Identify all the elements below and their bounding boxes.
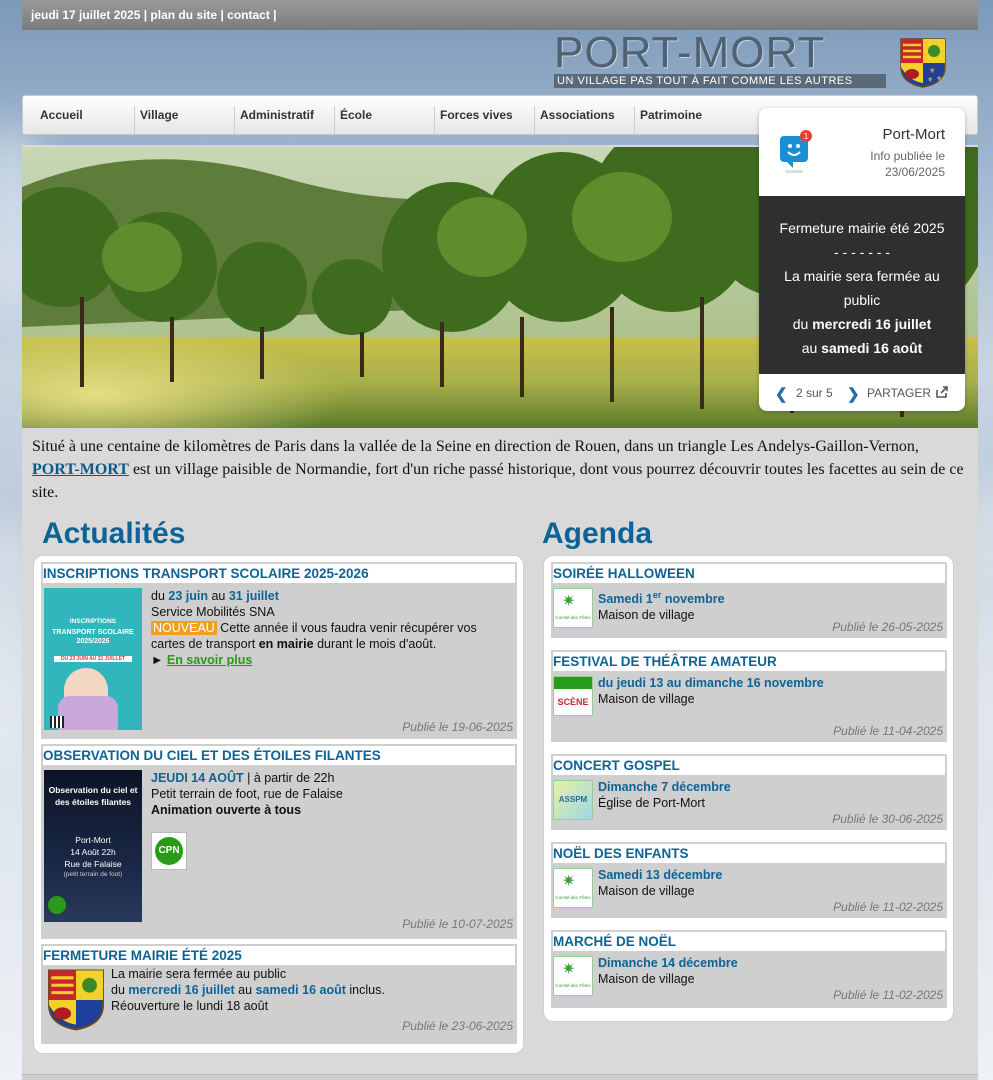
transport-poster-image[interactable]: INSCRIPTIONS TRANSPORT SCOLAIRE 2025/202… <box>44 588 142 730</box>
sitemap-link[interactable]: plan du site <box>150 8 217 22</box>
info-widget: 1 Port-Mort Info publiée le 23/06/2025 F… <box>759 108 965 411</box>
widget-published-date: Info publiée le 23/06/2025 <box>870 149 945 179</box>
news-title[interactable]: OBSERVATION DU CIEL ET DES ÉTOILES FILAN… <box>43 746 515 765</box>
nav-accueil[interactable]: Accueil <box>35 106 135 134</box>
published-date: Publié le 30-06-2025 <box>832 812 943 826</box>
news-title[interactable]: INSCRIPTIONS TRANSPORT SCOLAIRE 2025-202… <box>43 564 515 583</box>
nav-village[interactable]: Village <box>134 106 234 134</box>
news-card-observation[interactable]: OBSERVATION DU CIEL ET DES ÉTOILES FILAN… <box>41 744 517 939</box>
chevron-left-icon[interactable]: ❮ <box>775 385 788 403</box>
comite-des-fetes-logo: ✷ Comité des Fêtes <box>553 956 593 996</box>
scene-logo: SCÈNE <box>553 676 593 716</box>
svg-text:⚜: ⚜ <box>929 67 935 75</box>
widget-message: Fermeture mairie été 2025 - - - - - - - … <box>759 196 965 374</box>
agenda-title[interactable]: FESTIVAL DE THÉÂTRE AMATEUR <box>553 652 945 671</box>
logo-title: PORT-MORT <box>554 28 826 77</box>
nav-ecole[interactable]: École <box>334 106 434 134</box>
agenda-title[interactable]: NOËL DES ENFANTS <box>553 844 945 863</box>
published-date: Publié le 10-07-2025 <box>402 917 513 931</box>
news-body: du 23 juin au 31 juillet Service Mobilit… <box>151 589 477 667</box>
site-logo[interactable]: PORT-MORT UN VILLAGE PAS TOUT À FAIT COM… <box>554 30 888 88</box>
logo-subtitle: UN VILLAGE PAS TOUT À FAIT COMME LES AUT… <box>554 74 886 88</box>
current-date: jeudi 17 juillet 2025 <box>31 8 141 22</box>
qr-code-icon <box>50 716 64 728</box>
widget-footer: ❮ 2 sur 5 ❯ PARTAGER <box>759 374 965 411</box>
nav-associations[interactable]: Associations <box>534 106 634 134</box>
published-date: Publié le 11-02-2025 <box>833 900 943 914</box>
intro-text: Situé à une centaine de kilomètres de Pa… <box>32 438 964 501</box>
news-card-transport[interactable]: INSCRIPTIONS TRANSPORT SCOLAIRE 2025-202… <box>41 562 517 739</box>
news-body: JEUDI 14 AOÛT | à partir de 22h Petit te… <box>151 771 343 817</box>
published-date: Publié le 19-06-2025 <box>402 720 513 734</box>
top-bar: jeudi 17 juillet 2025 | plan du site | c… <box>22 0 978 30</box>
agenda-card[interactable]: CONCERT GOSPEL ASSPM Dimanche 7 décembre… <box>551 754 947 830</box>
new-badge: NOUVEAU <box>151 621 217 635</box>
contact-link[interactable]: contact <box>227 8 270 22</box>
published-date: Publié le 26-05-2025 <box>832 620 943 634</box>
svg-text:⚜: ⚜ <box>936 75 942 83</box>
published-date: Publié le 11-04-2025 <box>833 724 943 738</box>
widget-header: 1 Port-Mort Info publiée le 23/06/2025 <box>759 108 965 196</box>
news-heading: Actualités <box>42 517 186 550</box>
share-icon[interactable] <box>935 385 949 399</box>
smiley-chat-icon: 1 <box>780 130 812 173</box>
widget-name: Port-Mort <box>882 126 945 143</box>
share-button[interactable]: PARTAGER <box>867 386 931 400</box>
published-date: Publié le 23-06-2025 <box>402 1019 513 1033</box>
news-panel: INSCRIPTIONS TRANSPORT SCOLAIRE 2025-202… <box>34 556 523 1053</box>
agenda-card[interactable]: SOIRÉE HALLOWEEN ✷ Comité des Fêtes Same… <box>551 562 947 638</box>
widget-counter: 2 sur 5 <box>796 386 833 400</box>
asspm-logo: ASSPM <box>553 780 593 820</box>
news-body: La mairie sera fermée au public du mercr… <box>111 967 385 1013</box>
cpn-logo: CPN <box>151 832 187 870</box>
nav-administratif[interactable]: Administratif <box>234 106 334 134</box>
nav-forces-vives[interactable]: Forces vives <box>434 106 534 134</box>
coat-of-arms-icon <box>48 969 104 1031</box>
svg-text:⚜: ⚜ <box>927 76 933 84</box>
agenda-card[interactable]: NOËL DES ENFANTS ✷ Comité des Fêtes Same… <box>551 842 947 918</box>
agenda-title[interactable]: CONCERT GOSPEL <box>553 756 945 775</box>
agenda-card[interactable]: FESTIVAL DE THÉÂTRE AMATEUR SCÈNE du jeu… <box>551 650 947 742</box>
chevron-right-icon[interactable]: ❯ <box>847 385 860 403</box>
comite-des-fetes-logo: ✷ Comité des Fêtes <box>553 868 593 908</box>
sky-poster-image[interactable]: Observation du ciel et des étoiles filan… <box>44 770 142 922</box>
port-mort-link[interactable]: PORT-MORT <box>32 461 129 478</box>
agenda-title[interactable]: SOIRÉE HALLOWEEN <box>553 564 945 583</box>
news-title[interactable]: FERMETURE MAIRIE ÉTÉ 2025 <box>43 946 515 965</box>
nav-patrimoine[interactable]: Patrimoine <box>634 106 734 134</box>
comite-des-fetes-logo: ✷ Comité des Fêtes <box>553 588 593 628</box>
agenda-heading: Agenda <box>542 517 653 550</box>
read-more-link[interactable]: En savoir plus <box>167 653 252 667</box>
news-card-mairie[interactable]: FERMETURE MAIRIE ÉTÉ 2025 La mairie sera… <box>41 944 517 1044</box>
footer-bar <box>22 1074 978 1080</box>
svg-text:1: 1 <box>803 132 808 141</box>
published-date: Publié le 11-02-2025 <box>833 988 943 1002</box>
coat-of-arms-icon: ⚜ ⚜ ⚜ <box>900 38 946 88</box>
agenda-panel: SOIRÉE HALLOWEEN ✷ Comité des Fêtes Same… <box>544 556 953 1021</box>
agenda-card[interactable]: MARCHÉ DE NOËL ✷ Comité des Fêtes Dimanc… <box>551 930 947 1008</box>
cpn-small-logo <box>48 896 66 914</box>
agenda-title[interactable]: MARCHÉ DE NOËL <box>553 932 945 951</box>
